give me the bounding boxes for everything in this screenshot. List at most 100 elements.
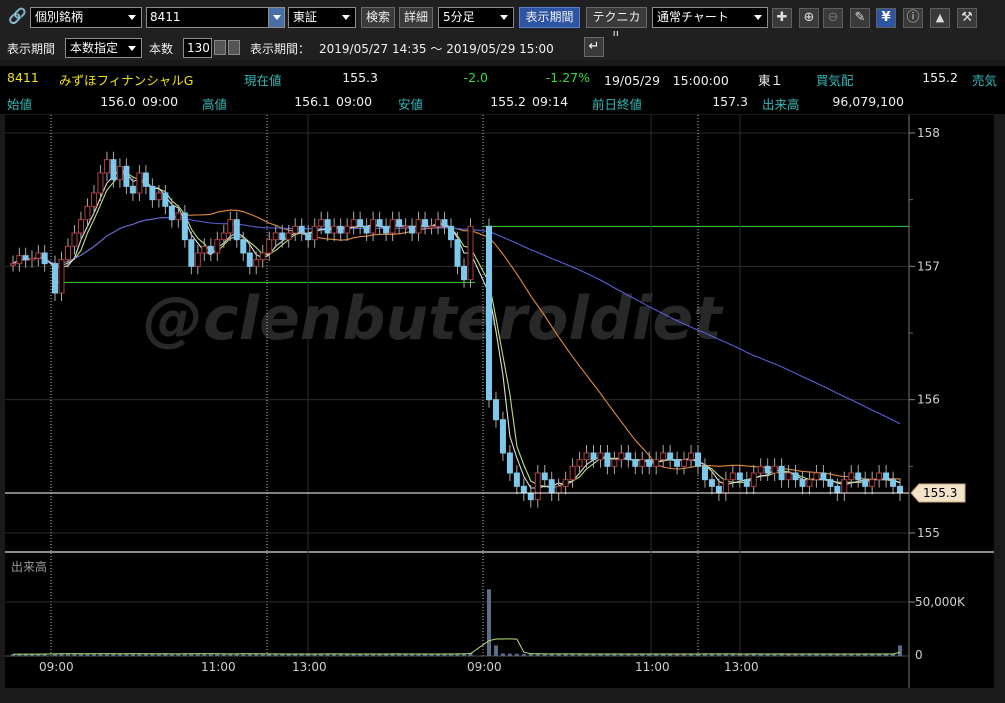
volume-tick-label: 0: [915, 648, 923, 662]
price-change-pct: -1.27%: [545, 70, 590, 85]
down-candle: [461, 265, 468, 281]
down-candle: [897, 485, 904, 494]
high-label: 高値: [202, 97, 228, 112]
up-candle: [435, 219, 442, 227]
yen-icon[interactable]: ¥: [876, 8, 896, 28]
down-candle: [110, 159, 117, 181]
display-period-button[interactable]: 表示期間: [519, 7, 580, 28]
zoom-in-icon[interactable]: ⊕: [799, 8, 819, 28]
chart-area[interactable]: @clenbuteroldiet 155 156 157 158 09:00 11:00 1…: [5, 115, 994, 688]
up-candle: [750, 472, 757, 487]
down-candle: [396, 219, 403, 227]
period-row: 表示期間 本数指定 本数 130 表示期間： 2019/05/27 14:35 …: [0, 36, 1005, 60]
price-chart[interactable]: @clenbuteroldiet 155 156 157 158 09:00 11:00 1…: [5, 115, 994, 688]
search-button[interactable]: 検索: [361, 7, 395, 28]
prev-close-label: 前日終値: [592, 97, 643, 112]
settings-wrench-icon[interactable]: ⚒: [957, 8, 977, 28]
up-candle: [841, 479, 848, 494]
volume-bar: [487, 589, 491, 656]
up-candle: [318, 219, 325, 227]
quote-datetime: 19/05/29 15:00:00: [604, 73, 729, 88]
down-candle: [337, 225, 344, 234]
up-candle: [90, 192, 97, 207]
down-candle: [233, 219, 240, 241]
count-input[interactable]: 130: [183, 38, 212, 58]
up-candle: [136, 172, 143, 194]
link-icon[interactable]: 🔗: [8, 7, 27, 28]
reset-period-icon[interactable]: ↵: [584, 37, 604, 57]
price-tick-label: 158: [917, 126, 940, 140]
down-candle: [646, 459, 653, 467]
crosshair-icon[interactable]: ✚: [772, 8, 792, 28]
down-candle: [890, 479, 897, 487]
open-value: 156.0: [100, 94, 136, 109]
mode-select[interactable]: 個別銘柄: [30, 7, 142, 28]
period-mode-select[interactable]: 本数指定: [65, 38, 142, 58]
down-candle: [520, 485, 527, 494]
down-candle: [324, 219, 331, 234]
detail-button[interactable]: 詳細: [399, 7, 433, 28]
down-candle: [883, 472, 890, 481]
bid-value: 155.2: [922, 70, 958, 85]
interval-select-value: 5分足: [443, 10, 475, 24]
time-tick-label: 13:00: [724, 660, 759, 674]
up-candle: [331, 225, 338, 234]
interval-select[interactable]: 5分足: [438, 7, 514, 28]
up-candle: [576, 459, 583, 467]
down-candle: [506, 452, 513, 474]
zoom-out-icon[interactable]: ⊖: [823, 8, 843, 28]
chart-shape-icon[interactable]: ▲: [930, 8, 950, 28]
code-dropdown-button[interactable]: [268, 8, 284, 27]
quote-code: 8411: [7, 70, 39, 85]
period-text-label: 表示期間：: [250, 42, 311, 56]
down-candle: [674, 459, 681, 467]
down-candle: [168, 205, 175, 221]
technical-button[interactable]: テクニカル: [586, 7, 647, 43]
up-candle: [729, 472, 736, 481]
low-time: 09:14: [532, 94, 569, 109]
main-toolbar: 🔗 個別銘柄 8411 東証 検索 詳細 5分足 表示期間 テクニカル 通常チャ…: [0, 0, 1005, 43]
draw-pencil-icon[interactable]: ✎: [850, 8, 870, 28]
down-candle: [409, 225, 416, 234]
down-candle: [541, 472, 548, 481]
up-candle: [77, 219, 84, 234]
up-candle: [214, 239, 221, 254]
up-candle: [415, 219, 422, 234]
ask-label: 売気: [972, 73, 998, 88]
up-candle: [785, 472, 792, 481]
down-candle: [207, 245, 214, 254]
down-candle: [708, 479, 715, 487]
down-candle: [667, 452, 674, 461]
current-price-badge-text: 155.3: [923, 486, 957, 500]
up-candle: [103, 159, 110, 174]
up-candle: [292, 225, 299, 234]
up-candle: [555, 485, 562, 494]
down-candle: [383, 225, 390, 234]
volume-bar: [500, 653, 505, 656]
down-candle: [22, 255, 29, 261]
down-candle: [240, 239, 247, 254]
down-candle: [246, 252, 253, 267]
count-decrement-button[interactable]: [214, 40, 226, 55]
up-candle: [227, 219, 234, 234]
up-candle: [876, 472, 883, 481]
down-candle: [129, 185, 136, 194]
down-candle: [632, 459, 639, 467]
up-candle: [350, 219, 357, 227]
up-candle: [285, 232, 292, 241]
low-label: 安値: [398, 97, 424, 112]
market-select[interactable]: 東証: [288, 7, 356, 28]
price-tick-label: 156: [917, 393, 940, 407]
up-candle: [220, 232, 227, 241]
down-candle: [604, 452, 611, 467]
chart-type-select[interactable]: 通常チャート: [652, 7, 768, 28]
down-candle: [778, 465, 785, 481]
count-increment-button[interactable]: [228, 40, 240, 55]
watermark-text: @clenbuteroldiet: [143, 284, 724, 354]
code-input[interactable]: 8411: [146, 7, 285, 28]
up-candle: [611, 459, 618, 467]
up-candle: [653, 459, 660, 467]
info-icon[interactable]: ⓘ: [903, 8, 923, 28]
down-candle: [834, 485, 841, 494]
up-candle: [64, 245, 71, 261]
